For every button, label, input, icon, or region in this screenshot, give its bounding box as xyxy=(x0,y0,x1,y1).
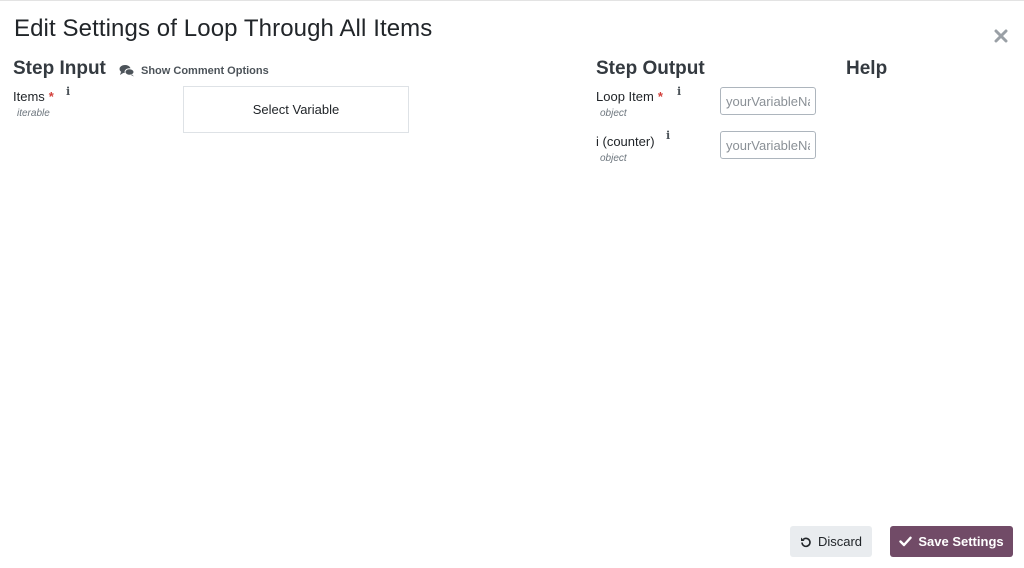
items-label-text: Items xyxy=(13,89,45,104)
loop-item-field-label: Loop Item * xyxy=(596,89,663,104)
select-variable-button[interactable]: Select Variable xyxy=(183,86,409,133)
counter-variable-input[interactable] xyxy=(720,131,816,159)
help-heading: Help xyxy=(846,58,888,79)
save-settings-button[interactable]: Save Settings xyxy=(890,526,1013,557)
items-field-label: Items * xyxy=(13,89,54,104)
loop-item-variable-input[interactable] xyxy=(720,87,816,115)
step-output-heading: Step Output xyxy=(596,58,705,79)
show-comment-options-label: Show Comment Options xyxy=(141,64,269,77)
discard-label: Discard xyxy=(817,534,863,549)
loop-item-type-hint: object xyxy=(600,108,627,119)
select-variable-label: Select Variable xyxy=(252,102,340,117)
discard-button[interactable]: Discard xyxy=(790,526,872,557)
dialog-title: Edit Settings of Loop Through All Items xyxy=(14,15,433,42)
counter-field-label: i (counter) xyxy=(596,134,655,149)
close-button[interactable] xyxy=(990,25,1012,47)
required-indicator: * xyxy=(657,89,663,104)
items-type-hint: iterable xyxy=(17,108,50,119)
info-icon[interactable]: i xyxy=(666,129,670,142)
step-input-heading: Step Input xyxy=(13,58,106,79)
counter-type-hint: object xyxy=(600,153,627,164)
undo-icon xyxy=(800,537,811,547)
check-icon xyxy=(899,536,913,547)
close-icon xyxy=(994,29,1008,43)
counter-label-text: i (counter) xyxy=(596,134,655,149)
required-indicator: * xyxy=(48,89,54,104)
info-icon[interactable]: i xyxy=(66,85,70,98)
save-settings-label: Save Settings xyxy=(918,534,1004,549)
comments-icon xyxy=(119,65,135,77)
loop-item-label-text: Loop Item xyxy=(596,89,654,104)
edit-settings-dialog: Edit Settings of Loop Through All Items … xyxy=(0,0,1024,568)
show-comment-options-toggle[interactable]: Show Comment Options xyxy=(119,64,269,77)
info-icon[interactable]: i xyxy=(677,85,681,98)
